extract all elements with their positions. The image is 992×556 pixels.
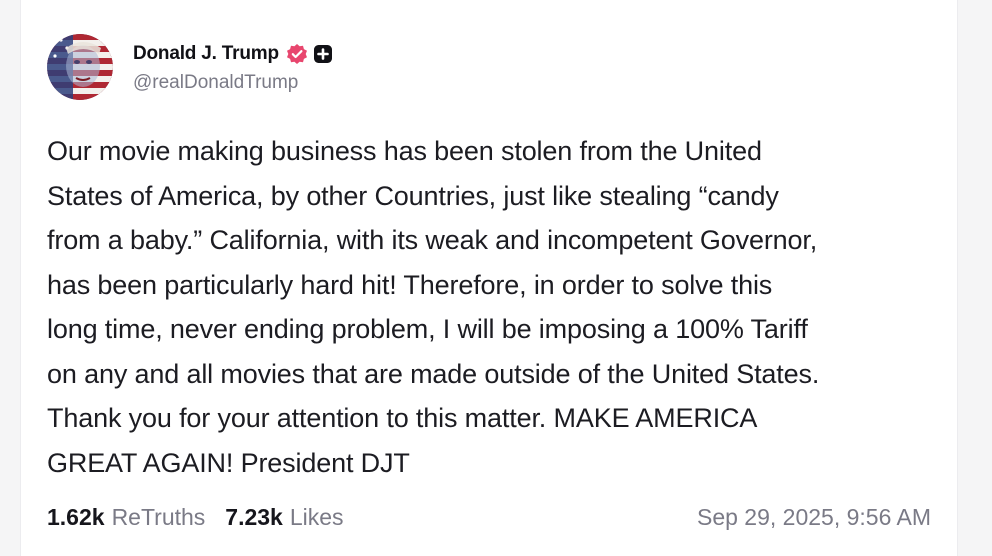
post-card: Donald J. Trump @realDonaldTrump Our mov… <box>20 0 958 556</box>
avatar[interactable] <box>47 34 113 100</box>
author-name-row: Donald J. Trump <box>133 40 333 68</box>
post-body-text: Our movie making business has been stole… <box>47 136 820 478</box>
author-display-name[interactable]: Donald J. Trump <box>133 43 279 65</box>
post-footer: 1.62k ReTruths 7.23k Likes Sep 29, 2025,… <box>47 500 931 534</box>
retruths-stat[interactable]: 1.62k ReTruths <box>47 504 205 531</box>
post-timestamp[interactable]: Sep 29, 2025, 9:56 AM <box>697 504 931 531</box>
post-header: Donald J. Trump @realDonaldTrump <box>47 34 333 100</box>
likes-stat[interactable]: 7.23k Likes <box>225 504 343 531</box>
author-info: Donald J. Trump @realDonaldTrump <box>133 40 333 94</box>
plus-badge-icon <box>313 44 333 64</box>
retruths-count: 1.62k <box>47 503 105 530</box>
avatar-image <box>47 34 113 100</box>
verified-badge-icon <box>286 43 308 65</box>
likes-count: 7.23k <box>225 503 283 530</box>
retruths-label: ReTruths <box>111 503 206 530</box>
likes-label: Likes <box>289 503 344 530</box>
author-handle[interactable]: @realDonaldTrump <box>133 72 333 94</box>
